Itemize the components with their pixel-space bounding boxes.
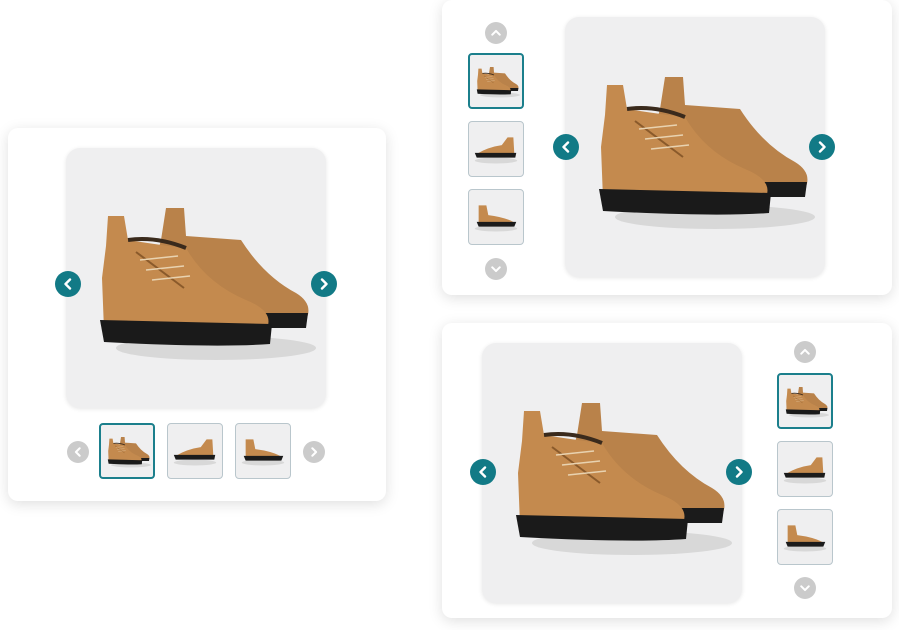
next-image-button[interactable] <box>726 459 752 485</box>
prev-image-button[interactable] <box>470 459 496 485</box>
gallery-card-bottom-thumbs <box>8 128 386 501</box>
thumbnails-up-button[interactable] <box>794 341 816 363</box>
thumbnails-down-button[interactable] <box>794 577 816 599</box>
chevron-left-icon <box>477 466 489 478</box>
gallery-card-right-thumbs <box>442 323 892 618</box>
chevron-left-icon <box>560 141 572 153</box>
next-image-button[interactable] <box>311 271 337 297</box>
chevron-down-icon <box>491 264 501 274</box>
thumbnail-2[interactable] <box>167 423 223 479</box>
thumbnail-1[interactable] <box>777 373 833 429</box>
chevron-left-icon <box>62 278 74 290</box>
thumbnail-1[interactable] <box>99 423 155 479</box>
thumbnails-next-button[interactable] <box>303 441 325 463</box>
thumbnails-prev-button[interactable] <box>67 441 89 463</box>
prev-image-button[interactable] <box>553 134 579 160</box>
thumbnail-1[interactable] <box>468 53 524 109</box>
thumbnails-down-button[interactable] <box>485 258 507 280</box>
chevron-down-icon <box>800 583 810 593</box>
thumbnail-3[interactable] <box>468 189 524 245</box>
chevron-up-icon <box>800 347 810 357</box>
main-product-image <box>565 17 825 277</box>
thumbnails-up-button[interactable] <box>485 22 507 44</box>
thumbnail-2[interactable] <box>777 441 833 497</box>
chevron-right-icon <box>816 141 828 153</box>
gallery-card-left-thumbs <box>442 0 892 295</box>
chevron-right-icon <box>309 447 319 457</box>
main-product-image <box>482 343 742 603</box>
thumbnail-3[interactable] <box>235 423 291 479</box>
thumbnail-3[interactable] <box>777 509 833 565</box>
main-product-image <box>66 148 326 408</box>
thumbnail-2[interactable] <box>468 121 524 177</box>
chevron-left-icon <box>73 447 83 457</box>
chevron-right-icon <box>733 466 745 478</box>
chevron-up-icon <box>491 28 501 38</box>
prev-image-button[interactable] <box>55 271 81 297</box>
next-image-button[interactable] <box>809 134 835 160</box>
chevron-right-icon <box>318 278 330 290</box>
